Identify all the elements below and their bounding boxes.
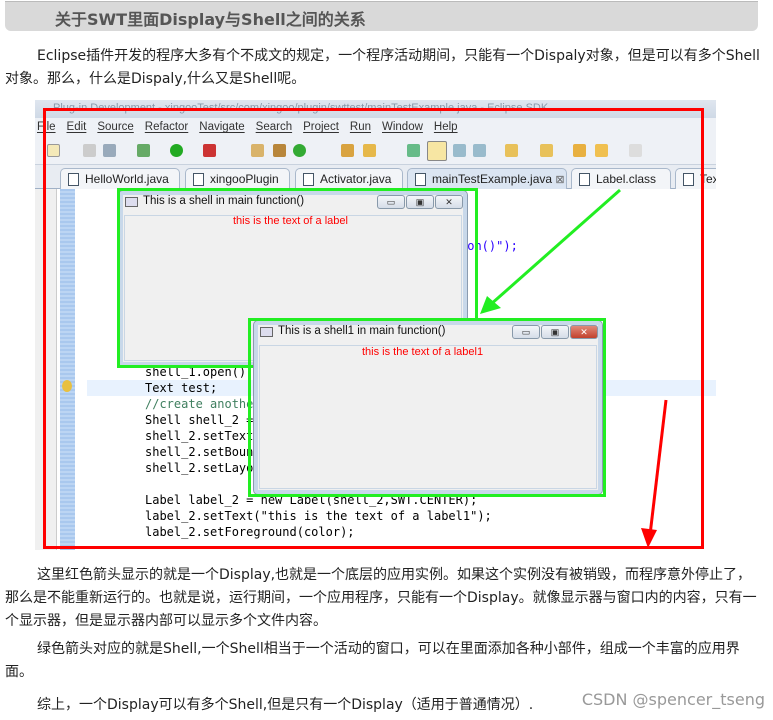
arrows [480, 188, 668, 548]
green-arrow [489, 188, 621, 307]
paragraph-intro: Eclipse插件开发的程序大多有个不成文的规定，一个程序活动期间，只能有一个D… [5, 48, 760, 87]
paragraph-shell: 绿色箭头对应的就是Shell,一个Shell相当于一个活动的窗口，可以在里面添加… [5, 641, 740, 680]
red-arrowhead [641, 528, 657, 548]
watermark: CSDN @spencer_tseng [581, 690, 765, 709]
eclipse-screenshot: Plug-in Development - xingooTest/src/com… [35, 100, 716, 550]
red-arrow [648, 399, 668, 536]
article-title: 关于SWT里面Display与Shell之间的关系 [55, 10, 366, 29]
paragraph-display: 这里红色箭头显示的就是一个Display,也就是一个底层的应用实例。如果这个实例… [5, 567, 757, 629]
